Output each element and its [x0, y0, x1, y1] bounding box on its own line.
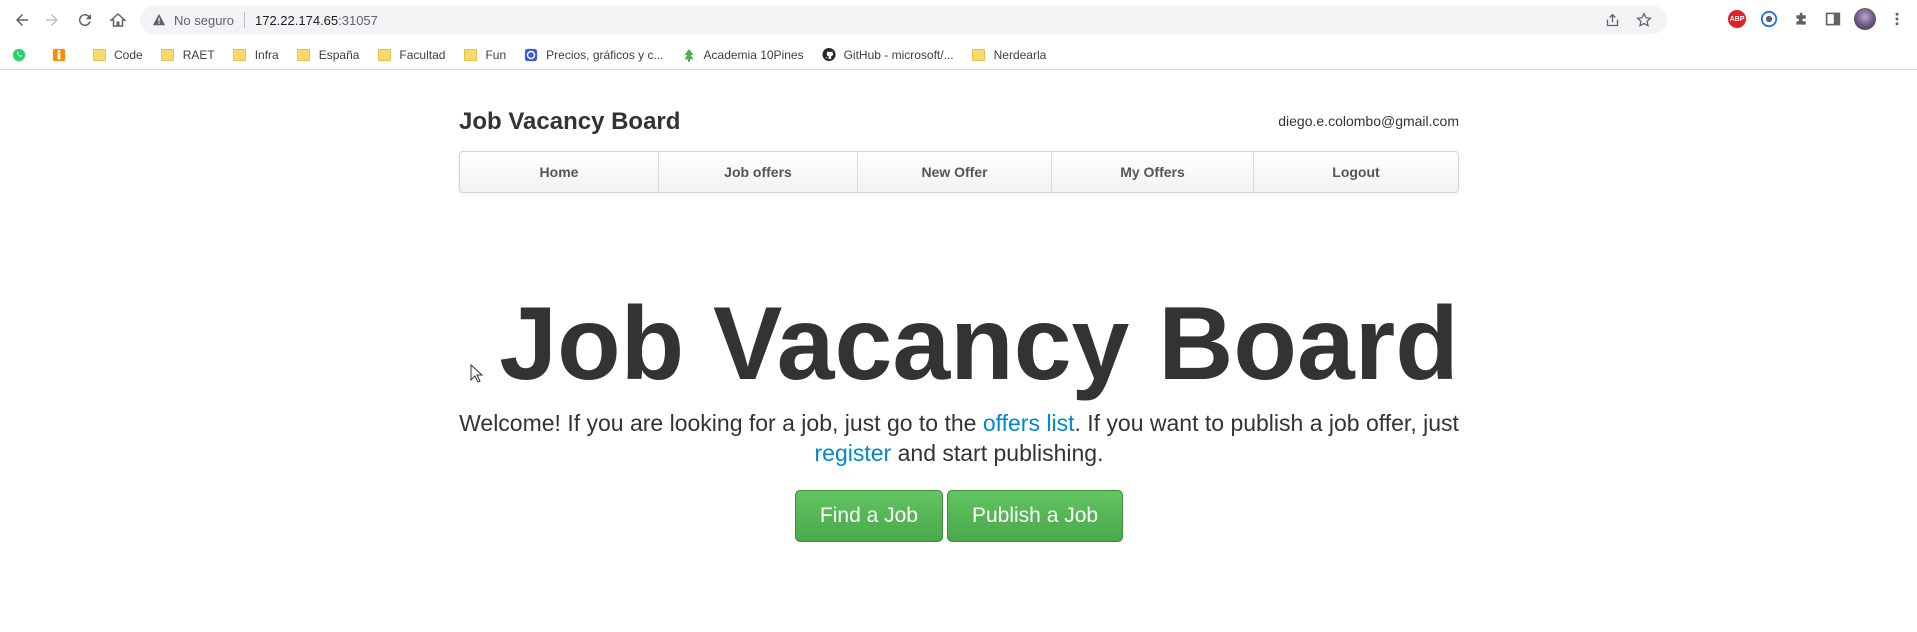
mouse-cursor-icon — [470, 363, 484, 384]
register-link[interactable]: register — [815, 440, 892, 466]
bookmark-github[interactable]: GitHub - microsoft/... — [822, 44, 954, 66]
coingecko-icon — [524, 48, 538, 62]
bookmark-code[interactable]: Code — [92, 44, 143, 66]
offers-list-link[interactable]: offers list — [983, 410, 1075, 436]
address-bar[interactable]: No seguro 172.22.174.65:31057 — [140, 6, 1667, 34]
folder-icon — [972, 48, 986, 62]
bookmark-star-icon[interactable] — [1635, 11, 1653, 29]
side-panel-icon[interactable] — [1822, 8, 1844, 30]
hero-description: Welcome! If you are looking for a job, j… — [459, 408, 1459, 468]
bookmark-academia[interactable]: Academia 10Pines — [682, 44, 804, 66]
folder-icon — [463, 48, 477, 62]
bookmark-fun[interactable]: Fun — [463, 44, 506, 66]
extension-i-icon — [52, 48, 66, 62]
bookmark-label: España — [318, 47, 360, 62]
menu-kebab-icon[interactable] — [1886, 8, 1908, 30]
folder-icon — [161, 48, 175, 62]
bookmark-label: Fun — [485, 47, 507, 62]
bookmark-nerdearla[interactable]: Nerdearla — [972, 44, 1047, 66]
hero-buttons: Find a Job Publish a Job — [459, 490, 1459, 542]
nav-item-job-offers[interactable]: Job offers — [659, 152, 858, 192]
whatsapp-icon — [12, 48, 26, 62]
hero-text-part1: Welcome! If you are looking for a job, j… — [459, 410, 983, 436]
user-email: diego.e.colombo@gmail.com — [1278, 113, 1459, 129]
bookmark-extension[interactable] — [52, 44, 74, 66]
profile-avatar[interactable] — [1854, 8, 1876, 30]
omnibox-divider — [243, 12, 245, 28]
bookmark-infra[interactable]: Infra — [233, 44, 279, 66]
publish-job-button[interactable]: Publish a Job — [946, 490, 1124, 542]
bookmark-label: RAET — [182, 47, 215, 62]
bookmark-label: Academia 10Pines — [703, 47, 804, 62]
bookmarks-bar: Code RAET Infra España Facultad Fun Prec… — [0, 40, 1917, 70]
url-port: :31057 — [338, 12, 378, 28]
hero-unit: Job Vacancy Board Welcome! If you are lo… — [459, 284, 1459, 542]
nav-item-home[interactable]: Home — [460, 152, 659, 192]
warning-icon — [152, 12, 168, 28]
folder-icon — [297, 48, 311, 62]
bookmark-raet[interactable]: RAET — [161, 44, 215, 66]
share-icon[interactable] — [1603, 11, 1621, 29]
browser-toolbar: No seguro 172.22.174.65:31057 ABP — [0, 0, 1917, 40]
folder-icon — [377, 48, 391, 62]
hero-text-part2: . If you want to publish a job offer, ju… — [1074, 410, 1459, 436]
extensions-puzzle-icon[interactable] — [1790, 8, 1812, 30]
folder-icon — [92, 48, 106, 62]
brand-title[interactable]: Job Vacancy Board — [459, 108, 680, 136]
extension-g-icon[interactable] — [1758, 8, 1780, 30]
home-icon[interactable] — [106, 8, 130, 32]
nav-item-new-offer[interactable]: New Offer — [858, 152, 1052, 192]
page-container: Job Vacancy Board diego.e.colombo@gmail.… — [459, 70, 1459, 542]
bookmark-facultad[interactable]: Facultad — [377, 44, 445, 66]
forward-icon[interactable] — [40, 8, 64, 32]
bookmark-label: Precios, gráficos y c... — [546, 47, 664, 62]
hero-title: Job Vacancy Board — [499, 286, 1459, 402]
folder-icon — [233, 48, 247, 62]
pine-icon — [682, 48, 696, 62]
bookmark-label: GitHub - microsoft/... — [843, 47, 954, 62]
hero-text-part3: and start publishing. — [891, 440, 1104, 466]
reload-icon[interactable] — [73, 8, 97, 32]
bookmark-precios[interactable]: Precios, gráficos y c... — [524, 44, 664, 66]
bookmark-label: Code — [114, 47, 143, 62]
main-navbar: Home Job offers New Offer My Offers Logo… — [459, 151, 1459, 193]
url-host: 172.22.174.65 — [254, 12, 339, 28]
bookmark-label: Infra — [254, 47, 279, 62]
adblock-plus-icon[interactable]: ABP — [1726, 8, 1748, 30]
github-icon — [822, 47, 836, 62]
find-job-button[interactable]: Find a Job — [794, 490, 943, 542]
bookmark-whatsapp[interactable] — [12, 44, 34, 66]
nav-item-my-offers[interactable]: My Offers — [1052, 152, 1254, 192]
back-icon[interactable] — [10, 8, 34, 32]
bookmark-label: Facultad — [399, 47, 446, 62]
bookmark-espana[interactable]: España — [297, 44, 360, 66]
bookmark-label: Nerdearla — [993, 47, 1047, 62]
site-header: Job Vacancy Board diego.e.colombo@gmail.… — [459, 70, 1459, 150]
security-label: No seguro — [174, 12, 234, 28]
nav-item-logout[interactable]: Logout — [1254, 152, 1458, 192]
